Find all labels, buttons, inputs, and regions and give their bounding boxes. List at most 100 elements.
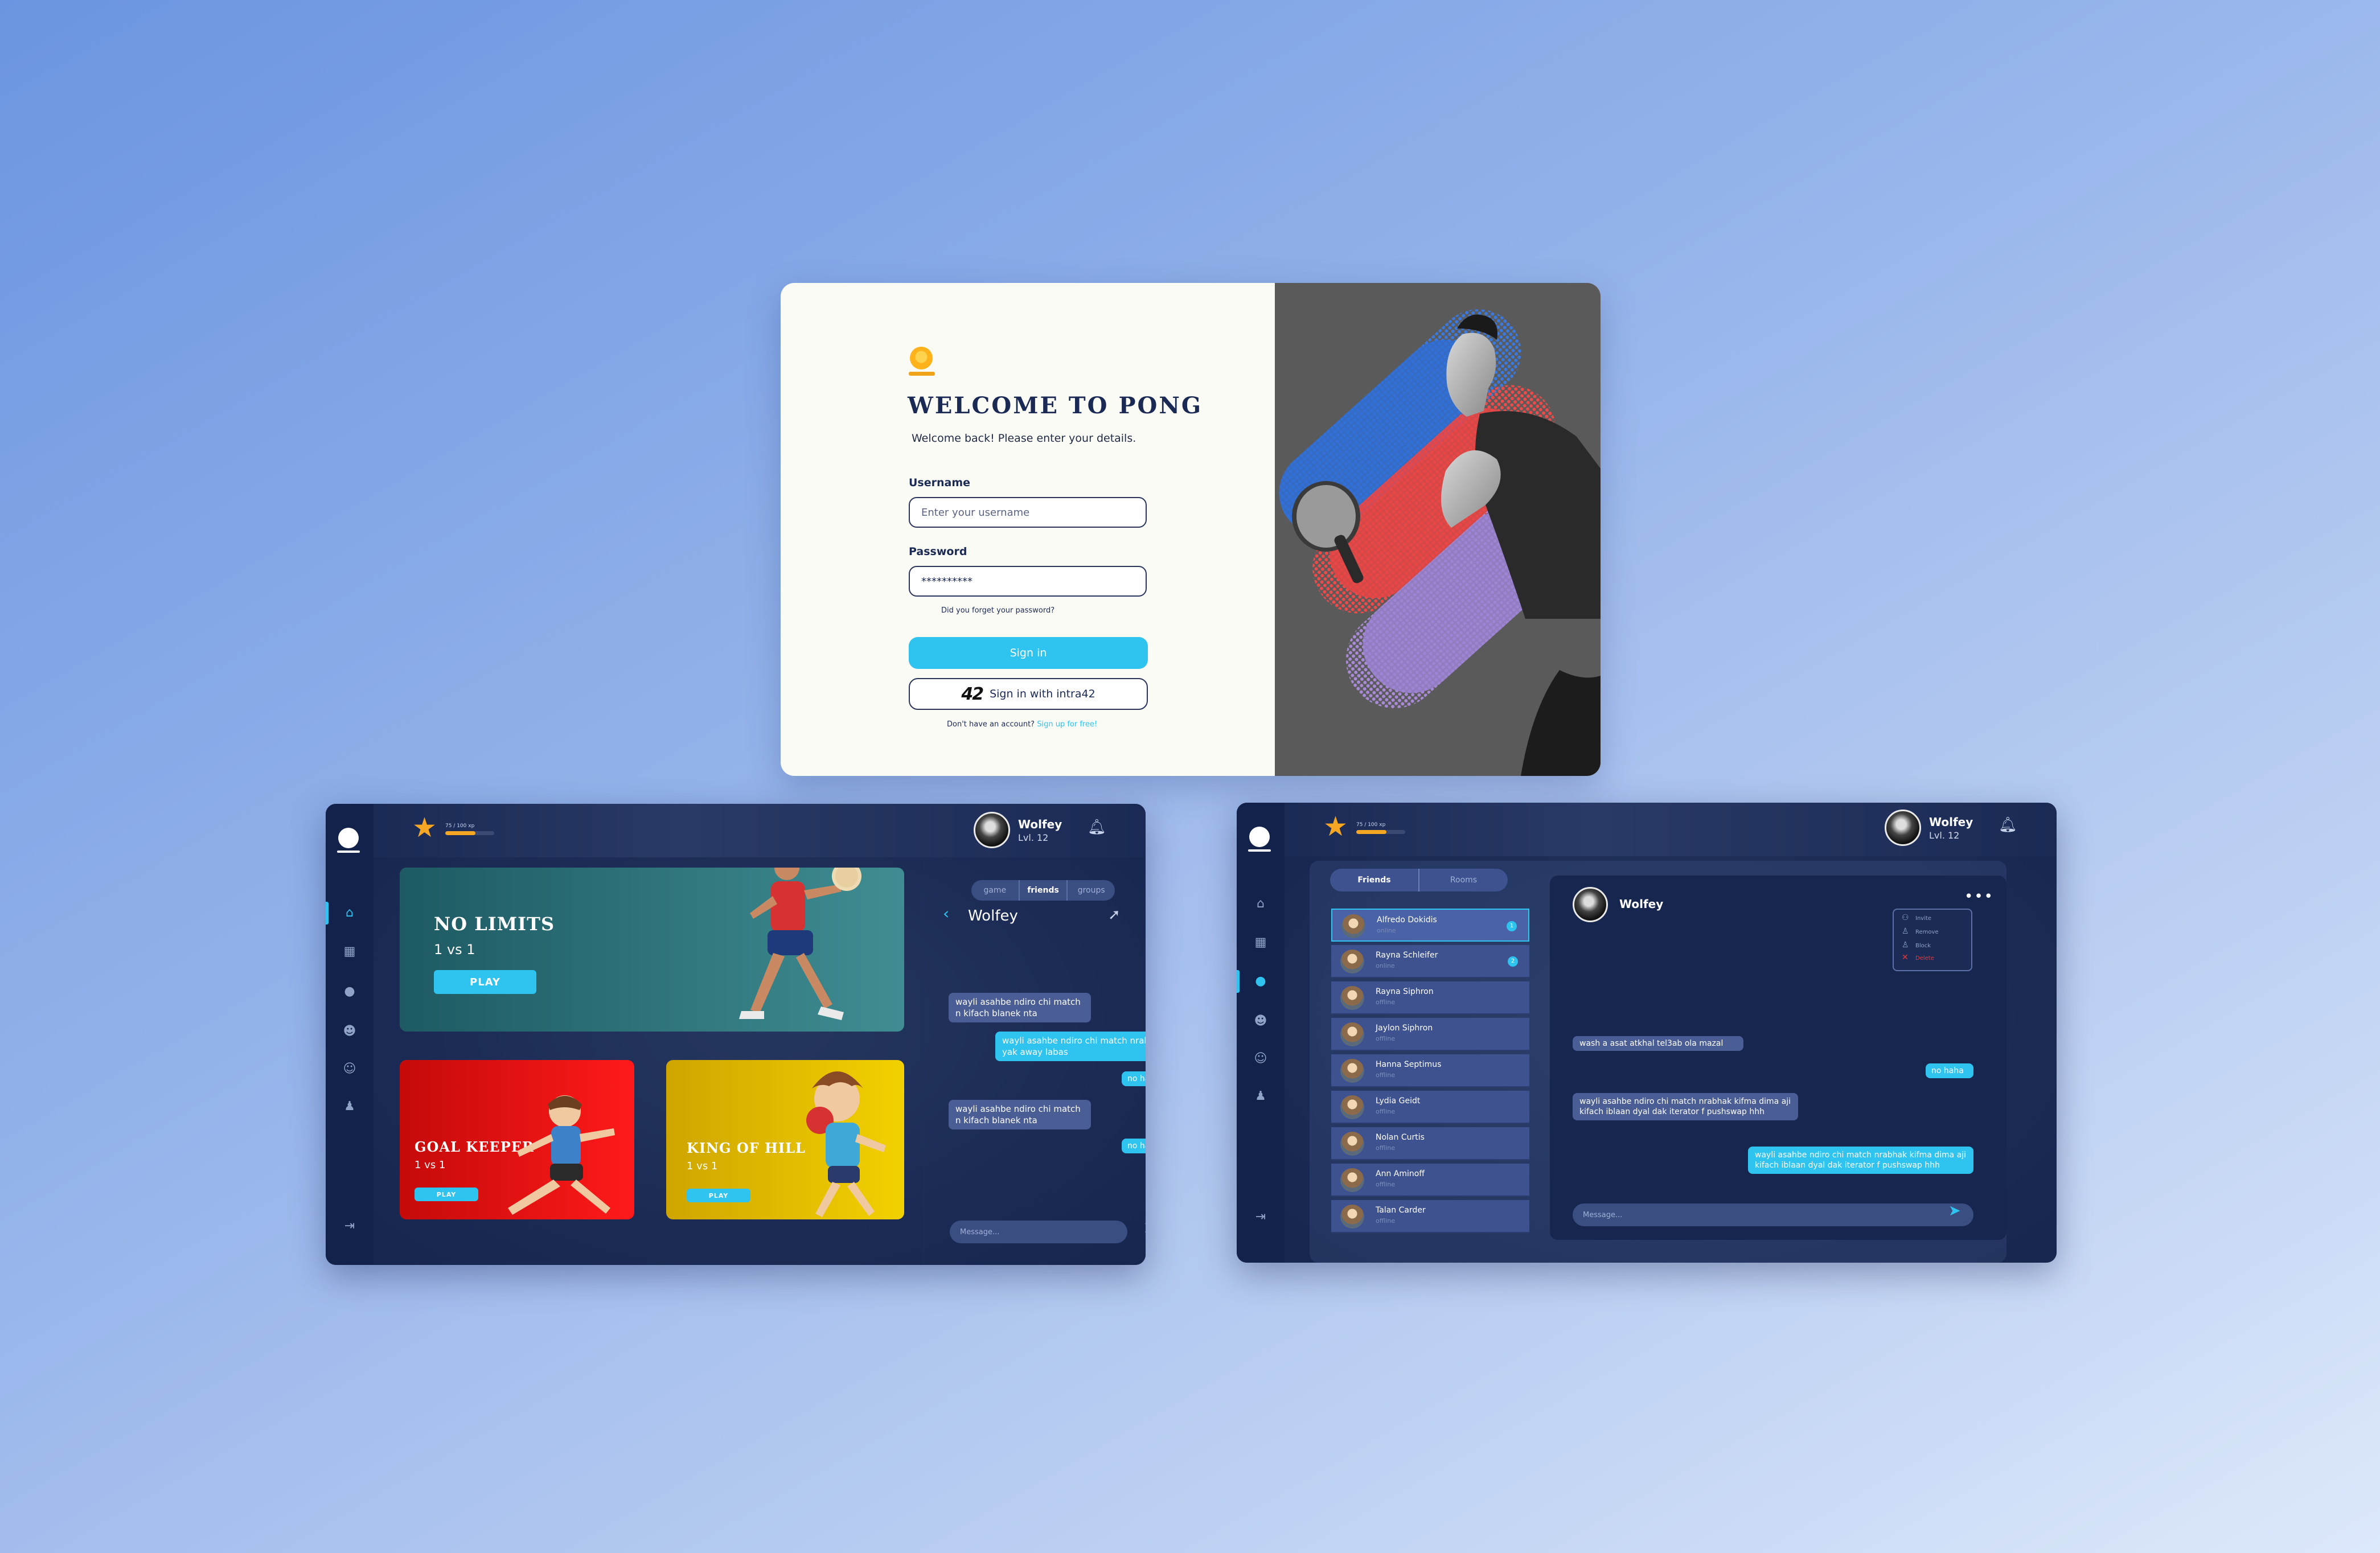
- tab-game[interactable]: game: [971, 880, 1020, 901]
- profile-icon[interactable]: ♟: [342, 1099, 358, 1115]
- message-input[interactable]: [1573, 1203, 1973, 1226]
- user-level: Lvl. 12: [1929, 830, 1960, 841]
- friend-list-item[interactable]: Nolan Curtis offline: [1331, 1127, 1529, 1160]
- friend-avatar: [1340, 1205, 1364, 1229]
- send-icon[interactable]: ➤: [1143, 1219, 1146, 1236]
- no-limits-card[interactable]: NO LIMITS 1 vs 1 PLAY: [400, 868, 904, 1032]
- chat-icon[interactable]: ●: [342, 984, 358, 1000]
- more-options-icon[interactable]: •••: [1964, 888, 1994, 905]
- conversation-panel: Wolfey ••• ⚇ Invite ♙ Remove ♙ Block ✕ D…: [1550, 876, 2006, 1240]
- friend-name: Rayna Schleifer: [1376, 951, 1438, 960]
- user-avatar[interactable]: [974, 812, 1010, 848]
- pong-logo-icon: [1248, 827, 1271, 853]
- player-character-image: [739, 868, 861, 1020]
- chat-message: no haha: [1926, 1063, 1973, 1078]
- play-button[interactable]: PLAY: [415, 1188, 478, 1201]
- friend-name: Nolan Curtis: [1376, 1133, 1425, 1142]
- home-icon[interactable]: ⌂: [1253, 896, 1269, 912]
- level-star-icon: ★: [1323, 811, 1348, 843]
- block-user-icon: ♙: [1902, 940, 1909, 950]
- main-content: NO LIMITS 1 vs 1 PLAY GOAL KEEPER 1 vs 1: [374, 857, 1146, 1265]
- groups-icon[interactable]: ☺: [342, 1061, 358, 1077]
- welcome-subtitle: Welcome back! Please enter your details.: [912, 432, 1136, 445]
- leaderboard-icon[interactable]: ▦: [1253, 935, 1269, 951]
- friend-list: Alfredo Dokidis online 1 Rayna Schleifer onl…: [1331, 909, 1529, 1259]
- tab-friends[interactable]: friends: [1020, 880, 1068, 901]
- chat-message: wayli asahbe ndiro chi match nrabhak kif…: [1748, 1147, 1973, 1174]
- invite-game-icon[interactable]: ➚: [1108, 906, 1121, 923]
- chat-icon[interactable]: ●: [1253, 973, 1269, 989]
- chat-tabs: game friends groups: [971, 880, 1115, 901]
- xp-progress-fill: [1356, 830, 1387, 834]
- intra42-sign-in-button[interactable]: 42 Sign in with intra42: [909, 678, 1148, 710]
- king-of-hill-card[interactable]: KING OF HILL 1 vs 1 PLAY: [666, 1060, 904, 1219]
- chat-message: no haha: [1122, 1139, 1146, 1153]
- friend-list-item[interactable]: Hanna Septimus offline: [1331, 1054, 1529, 1087]
- login-form-panel: WELCOME TO PONG Welcome back! Please ent…: [781, 283, 1275, 776]
- username-label: Username: [909, 476, 971, 489]
- send-icon[interactable]: ➤: [1948, 1202, 1961, 1219]
- friend-list-item[interactable]: Rayna Siphron offline: [1331, 981, 1529, 1014]
- sidebar: ⌂ ▦ ● ☻ ☺ ♟ ⇥: [326, 804, 374, 1265]
- xp-progress-bar: [445, 831, 494, 835]
- friend-avatar: [1340, 1168, 1364, 1192]
- logout-icon[interactable]: ⇥: [342, 1218, 358, 1234]
- friend-status: offline: [1376, 1071, 1396, 1079]
- sign-in-button[interactable]: Sign in: [909, 637, 1148, 669]
- play-button[interactable]: PLAY: [687, 1189, 750, 1202]
- king-of-hill-character-image: [806, 1071, 886, 1217]
- tab-friends[interactable]: Friends: [1330, 869, 1419, 891]
- friend-avatar: [1340, 1059, 1364, 1083]
- username-input[interactable]: [909, 497, 1147, 528]
- friend-status: offline: [1376, 999, 1396, 1006]
- conversation-options-menu: ⚇ Invite ♙ Remove ♙ Block ✕ Delete: [1893, 909, 1972, 971]
- friend-status: offline: [1376, 1144, 1396, 1152]
- menu-remove[interactable]: Remove: [1915, 929, 1939, 935]
- forgot-password-link[interactable]: Did you forget your password?: [941, 606, 1054, 615]
- friend-list-item[interactable]: Rayna Schleifer online 2: [1331, 945, 1529, 978]
- friend-status: offline: [1376, 1181, 1396, 1188]
- friends-rooms-tabs: Friends Rooms: [1330, 869, 1508, 891]
- leaderboard-icon[interactable]: ▦: [342, 944, 358, 960]
- friends-icon[interactable]: ☻: [342, 1024, 358, 1040]
- signup-prompt: Don't have an account?: [947, 720, 1035, 729]
- message-input[interactable]: [950, 1221, 1127, 1243]
- friend-list-item[interactable]: Ann Aminoff offline: [1331, 1164, 1529, 1197]
- top-bar: ★ 75 / 100 xp Wolfey Lvl. 12 🔔︎: [1285, 803, 2057, 856]
- menu-delete[interactable]: Delete: [1915, 955, 1934, 962]
- goal-keeper-card[interactable]: GOAL KEEPER 1 vs 1 PLAY: [400, 1060, 634, 1219]
- back-chevron-icon[interactable]: ‹: [943, 904, 949, 923]
- card-title: NO LIMITS: [434, 913, 555, 935]
- tab-groups[interactable]: groups: [1068, 880, 1115, 901]
- friend-name: Jaylon Siphron: [1376, 1024, 1433, 1033]
- logout-icon[interactable]: ⇥: [1253, 1209, 1269, 1225]
- friend-list-item[interactable]: Jaylon Siphron offline: [1331, 1018, 1529, 1051]
- unread-badge: 2: [1508, 956, 1518, 967]
- contact-avatar[interactable]: [1573, 887, 1608, 922]
- main-content: Friends Rooms Alfredo Dokidis online 1 Rayn…: [1285, 856, 2057, 1263]
- friends-icon[interactable]: ☻: [1253, 1013, 1269, 1029]
- user-avatar[interactable]: [1885, 810, 1921, 846]
- profile-icon[interactable]: ♟: [1253, 1088, 1269, 1104]
- password-input[interactable]: [909, 566, 1147, 597]
- friend-list-item[interactable]: Alfredo Dokidis online 1: [1331, 909, 1529, 942]
- dashboard-window: ⌂ ▦ ● ☻ ☺ ♟ ⇥ ★ 75 / 100 xp Wolfey Lvl. …: [326, 804, 1146, 1265]
- password-label: Password: [909, 545, 967, 558]
- play-button[interactable]: PLAY: [434, 970, 536, 994]
- active-nav-indicator: [326, 902, 329, 925]
- card-mode: 1 vs 1: [434, 942, 475, 958]
- pong-logo-icon: [909, 347, 935, 376]
- signup-link[interactable]: Sign up for free!: [1037, 720, 1097, 729]
- menu-invite[interactable]: Invite: [1915, 915, 1931, 922]
- friend-list-item[interactable]: Talan Carder offline: [1331, 1200, 1529, 1233]
- friend-avatar: [1340, 1132, 1364, 1156]
- notification-bell-icon[interactable]: 🔔︎: [1088, 819, 1106, 836]
- user-name: Wolfey: [1018, 817, 1062, 831]
- home-icon[interactable]: ⌂: [342, 905, 358, 921]
- friend-list-item[interactable]: Lydia Geidt offline: [1331, 1091, 1529, 1124]
- groups-icon[interactable]: ☺: [1253, 1051, 1269, 1067]
- menu-block[interactable]: Block: [1915, 943, 1931, 949]
- friend-status: offline: [1376, 1035, 1396, 1042]
- notification-bell-icon[interactable]: 🔔︎: [1999, 816, 2017, 833]
- tab-rooms[interactable]: Rooms: [1419, 869, 1508, 891]
